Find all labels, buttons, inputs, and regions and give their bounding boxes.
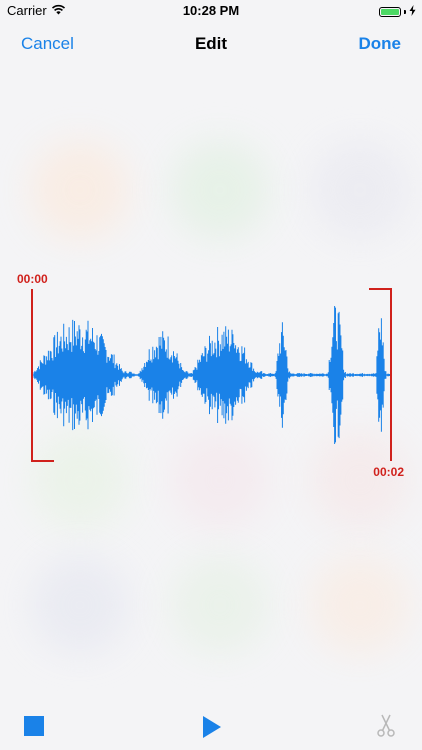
charging-bolt-icon [409,4,416,19]
background-blob [30,140,130,240]
trim-button[interactable] [375,714,397,738]
done-button[interactable]: Done [359,34,402,54]
play-icon [203,716,221,738]
background-blob [310,555,410,655]
play-button[interactable] [202,716,222,738]
battery-icon [379,6,401,17]
stop-icon [24,716,44,736]
status-bar: Carrier 10:28 PM [0,0,422,22]
audio-waveform[interactable] [0,280,422,470]
status-right [379,4,416,19]
battery-tip [404,9,406,14]
navigation-bar: Cancel Edit Done [0,22,422,66]
background-blob [170,140,270,240]
background-blob [30,555,130,655]
scissors-icon [377,714,395,737]
stop-button[interactable] [24,716,44,736]
background-blob [170,555,270,655]
background-blob [310,140,410,240]
status-time: 10:28 PM [182,3,240,18]
